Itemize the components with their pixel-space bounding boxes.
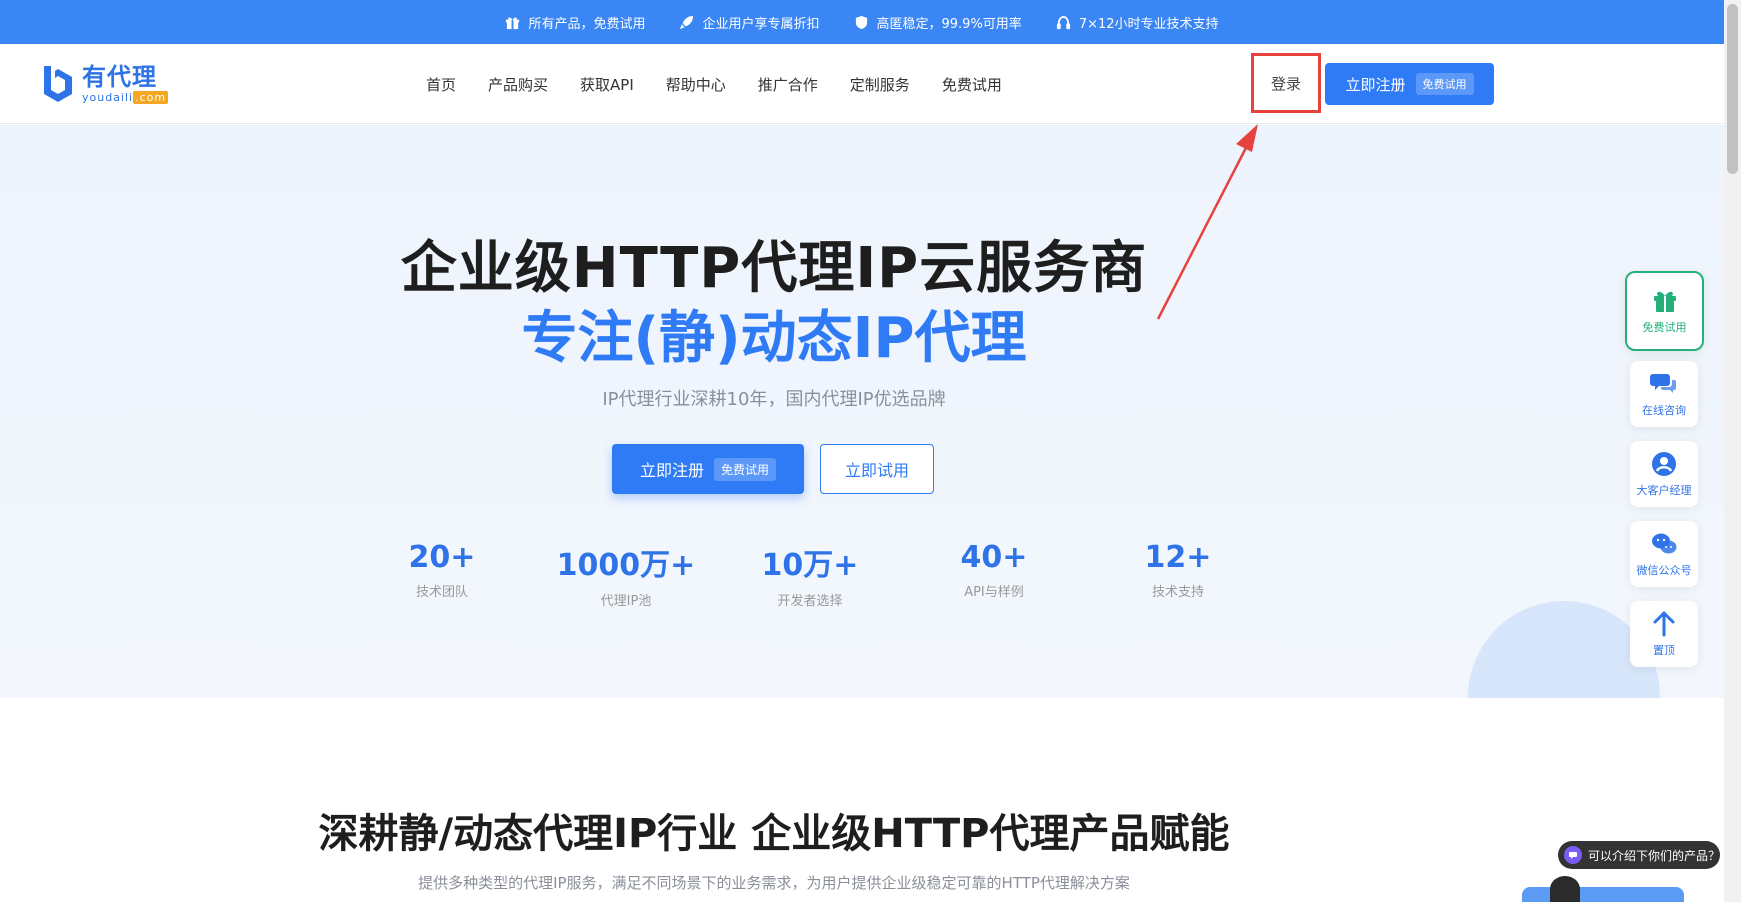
gift-icon — [506, 17, 520, 29]
nav-products[interactable]: 产品购买 — [488, 74, 548, 95]
stat-label: API与样例 — [964, 585, 1024, 600]
hero-title: 企业级HTTP代理IP云服务商 — [400, 236, 1148, 301]
chat-widget[interactable] — [1522, 887, 1684, 902]
stat-item: 40+ API与样例 — [902, 540, 1086, 609]
promo-text: 企业用户享专属折扣 — [702, 16, 820, 32]
hero-try-label: 立即试用 — [844, 461, 909, 480]
hero-subtitle: 专注(静)动态IP代理 — [521, 306, 1027, 371]
logo-com: .com — [133, 91, 169, 104]
stat-number: 1000万+ — [556, 548, 696, 583]
main-nav: 首页 产品购买 获取API 帮助中心 推广合作 定制服务 免费试用 — [426, 44, 1002, 124]
register-button[interactable]: 立即注册 免费试用 — [1325, 63, 1494, 105]
chat-icon — [1564, 846, 1582, 864]
float-wechat-label: 微信公众号 — [1636, 564, 1692, 577]
free-trial-badge: 免费试用 — [1415, 73, 1474, 95]
float-online-consult[interactable]: 在线咨询 — [1630, 361, 1698, 427]
nav-help[interactable]: 帮助中心 — [666, 74, 726, 95]
gift-icon — [1653, 291, 1676, 312]
stat-number: 12+ — [1144, 540, 1212, 575]
user-icon — [1652, 452, 1676, 476]
float-consult-label: 在线咨询 — [1642, 404, 1686, 417]
stat-item: 20+ 技术团队 — [350, 540, 534, 609]
float-manager-label: 大客户经理 — [1636, 484, 1692, 497]
hero-try-button[interactable]: 立即试用 — [820, 444, 934, 494]
logo-domain: youdaili — [82, 91, 134, 104]
logo-name: 有代理 — [82, 63, 157, 91]
chat-bubble-text: 可以介绍下你们的产品？ — [1588, 848, 1721, 863]
hero-register-button[interactable]: 立即注册 免费试用 — [612, 444, 804, 494]
float-top-label: 置顶 — [1653, 644, 1675, 657]
section-description: 提供多种类型的代理IP服务，满足不同场景下的业务需求，为用户提供企业级稳定可靠的… — [418, 874, 1130, 892]
float-wechat[interactable]: 微信公众号 — [1630, 521, 1698, 587]
site-logo[interactable]: 有代理 youdaili .com — [38, 62, 169, 106]
chat-agent-avatar[interactable] — [1550, 876, 1580, 902]
logo-mark-icon — [44, 66, 72, 102]
promo-item: 高匿稳定，99.9%可用率 — [854, 13, 1022, 32]
stat-label: 技术团队 — [415, 585, 468, 600]
stats-row: 20+ 技术团队 1000万+ 代理IP池 10万+ 开发者选择 40+ API… — [350, 540, 1270, 609]
free-trial-badge: 免费试用 — [714, 457, 777, 481]
rocket-icon — [680, 15, 694, 29]
login-label: 登录 — [1270, 74, 1301, 93]
promo-text: 7×12小时专业技术支持 — [1078, 16, 1219, 32]
page-scrollbar[interactable] — [1724, 0, 1741, 902]
nav-api[interactable]: 获取API — [580, 74, 634, 95]
nav-free-trial[interactable]: 免费试用 — [942, 74, 1002, 95]
float-account-manager[interactable]: 大客户经理 — [1630, 441, 1698, 507]
stat-number: 20+ — [408, 540, 476, 575]
promo-bar: 所有产品，免费试用 企业用户享专属折扣 高匿稳定，99.9%可用率 7×12小时… — [0, 0, 1724, 44]
float-free-trial[interactable]: 免费试用 — [1625, 271, 1704, 351]
hero-register-label: 立即注册 — [639, 461, 704, 480]
nav-affiliate[interactable]: 推广合作 — [758, 74, 818, 95]
hero-section: 企业级HTTP代理IP云服务商 专注(静)动态IP代理 IP代理行业深耕10年，… — [0, 125, 1724, 698]
arrow-up-icon — [1653, 611, 1675, 637]
stat-label: 开发者选择 — [777, 594, 843, 609]
login-button[interactable]: 登录 — [1251, 53, 1321, 113]
float-back-to-top[interactable]: 置顶 — [1630, 601, 1698, 667]
stat-label: 代理IP池 — [600, 594, 652, 609]
register-label: 立即注册 — [1345, 75, 1406, 94]
stat-label: 技术支持 — [1151, 585, 1204, 600]
stat-number: 40+ — [960, 540, 1028, 575]
hero-description: IP代理行业深耕10年，国内代理IP优选品牌 — [602, 389, 946, 410]
stat-item: 10万+ 开发者选择 — [718, 540, 902, 609]
headset-icon — [1056, 15, 1070, 29]
stat-number: 10万+ — [761, 548, 859, 583]
chat-icon — [1650, 374, 1676, 393]
section-title: 深耕静/动态代理IP行业 企业级HTTP代理产品赋能 — [318, 811, 1230, 857]
promo-item: 7×12小时专业技术支持 — [1056, 13, 1219, 32]
nav-home[interactable]: 首页 — [426, 74, 456, 95]
promo-item: 企业用户享专属折扣 — [679, 13, 820, 32]
stat-item: 1000万+ 代理IP池 — [534, 540, 718, 609]
stat-item: 12+ 技术支持 — [1086, 540, 1270, 609]
promo-item: 所有产品，免费试用 — [505, 13, 645, 32]
promo-text: 所有产品，免费试用 — [528, 16, 646, 32]
wechat-icon — [1652, 533, 1677, 554]
nav-custom[interactable]: 定制服务 — [850, 74, 910, 95]
promo-text: 高匿稳定，99.9%可用率 — [876, 16, 1022, 32]
scrollbar-thumb[interactable] — [1727, 4, 1738, 174]
shield-icon — [855, 15, 867, 29]
float-trial-label: 免费试用 — [1642, 321, 1687, 334]
chat-prompt-bubble[interactable]: 可以介绍下你们的产品？ — [1558, 841, 1720, 869]
